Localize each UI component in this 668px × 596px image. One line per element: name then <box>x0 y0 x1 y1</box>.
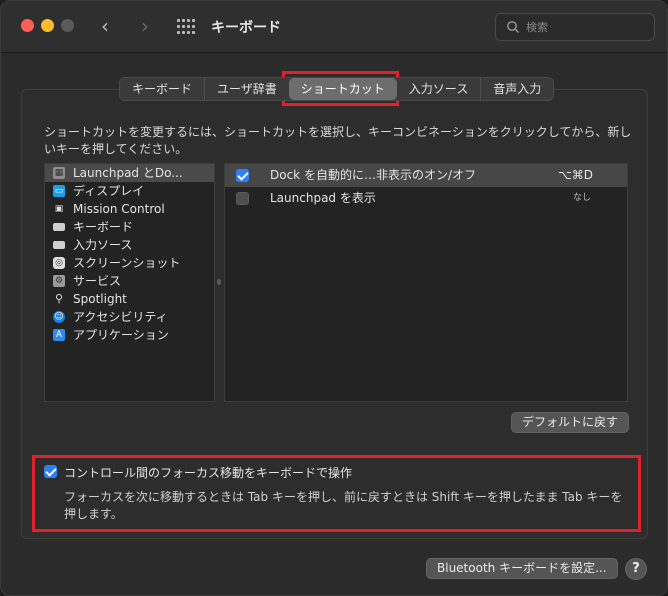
preferences-window: ‹ › キーボード キーボード ユーザ辞書 ショートカット 入力ソース 音声入力… <box>0 0 668 596</box>
category-label: Mission Control <box>73 202 165 216</box>
category-accessibility[interactable]: ☺ アクセシビリティ <box>45 308 214 326</box>
category-label: キーボード <box>73 220 134 234</box>
category-label: Spotlight <box>73 292 127 306</box>
category-list: ▦ Launchpad とDo... ▭ ディスプレイ ▣ Mission Co… <box>44 163 215 402</box>
restore-defaults-button[interactable]: デフォルトに戻す <box>511 412 630 433</box>
category-label: 入力ソース <box>73 238 133 252</box>
keyboard-navigation-label[interactable]: コントロール間のフォーカス移動をキーボードで操作 <box>64 464 352 481</box>
tab-dictation[interactable]: 音声入力 <box>480 78 553 100</box>
shortcut-name: Dock を自動的に…非表示のオン/オフ <box>270 168 476 182</box>
help-button[interactable]: ? <box>625 558 647 580</box>
tab-keyboard[interactable]: キーボード <box>120 78 204 100</box>
titlebar: ‹ › キーボード <box>1 1 667 53</box>
category-label: アクセシビリティ <box>73 310 168 324</box>
shortcut-name: Launchpad を表示 <box>270 191 376 205</box>
category-screenshot[interactable]: ◎ スクリーンショット <box>45 254 214 272</box>
shortcut-list: Dock を自動的に…非表示のオン/オフ ⌥⌘D Launchpad を表示 な… <box>224 163 628 402</box>
screenshot-icon: ◎ <box>53 257 65 269</box>
close-window-button[interactable] <box>21 19 34 32</box>
category-applications[interactable]: A アプリケーション <box>45 326 214 344</box>
category-label: ディスプレイ <box>73 184 145 198</box>
split-view-handle[interactable] <box>217 279 221 285</box>
launchpad-icon: ▦ <box>53 167 65 179</box>
window-title: キーボード <box>211 20 281 36</box>
category-services[interactable]: ⚙ サービス <box>45 272 214 290</box>
spotlight-icon: ⚲ <box>54 292 64 305</box>
shortcut-row-dock-hiding[interactable]: Dock を自動的に…非表示のオン/オフ ⌥⌘D <box>225 164 627 187</box>
instructions-text: ショートカットを変更するには、ショートカットを選択し、キーコンビネーションをクリ… <box>44 125 632 156</box>
app-store-icon: A <box>53 329 65 341</box>
tab-bar: キーボード ユーザ辞書 ショートカット 入力ソース 音声入力 <box>119 77 555 101</box>
search-field[interactable] <box>495 13 655 41</box>
tab-shortcuts[interactable]: ショートカット <box>288 78 397 100</box>
forward-arrow-icon[interactable]: › <box>141 14 149 38</box>
category-mission-control[interactable]: ▣ Mission Control <box>45 200 214 218</box>
accessibility-icon: ☺ <box>53 311 65 323</box>
services-icon: ⚙ <box>53 275 65 287</box>
display-icon: ▭ <box>53 185 65 197</box>
tab-user-dictionary[interactable]: ユーザ辞書 <box>204 78 289 100</box>
search-icon <box>507 21 519 33</box>
category-label: Launchpad とDo... <box>73 166 183 180</box>
keyboard-navigation-checkbox[interactable] <box>44 465 57 478</box>
shortcut-enabled-checkbox[interactable] <box>236 169 249 182</box>
bluetooth-keyboard-setup-button[interactable]: Bluetooth キーボードを設定... <box>426 558 618 579</box>
shortcut-key[interactable]: なし <box>573 187 591 210</box>
category-input-sources[interactable]: 入力ソース <box>45 236 214 254</box>
search-input[interactable] <box>526 18 646 36</box>
category-spotlight[interactable]: ⚲ Spotlight <box>45 290 214 308</box>
category-launchpad-dock[interactable]: ▦ Launchpad とDo... <box>45 164 214 182</box>
category-display[interactable]: ▭ ディスプレイ <box>45 182 214 200</box>
mission-control-icon: ▣ <box>53 203 65 215</box>
category-label: サービス <box>73 274 122 288</box>
zoom-window-button[interactable] <box>61 19 74 32</box>
input-source-icon <box>53 241 65 249</box>
shortcut-row-show-launchpad[interactable]: Launchpad を表示 なし <box>225 187 627 210</box>
keyboard-navigation-note: フォーカスを次に移動するときは Tab キーを押し、前に戻すときは Shift … <box>64 490 623 521</box>
show-all-grid-icon[interactable] <box>177 19 195 35</box>
category-keyboard[interactable]: キーボード <box>45 218 214 236</box>
shortcut-enabled-checkbox[interactable] <box>236 192 249 205</box>
keyboard-icon <box>53 223 65 231</box>
shortcut-key[interactable]: ⌥⌘D <box>558 164 593 187</box>
minimize-window-button[interactable] <box>41 19 54 32</box>
category-label: スクリーンショット <box>73 256 181 270</box>
tab-input-sources[interactable]: 入力ソース <box>397 78 480 100</box>
back-arrow-icon[interactable]: ‹ <box>101 14 109 38</box>
category-label: アプリケーション <box>73 328 169 342</box>
